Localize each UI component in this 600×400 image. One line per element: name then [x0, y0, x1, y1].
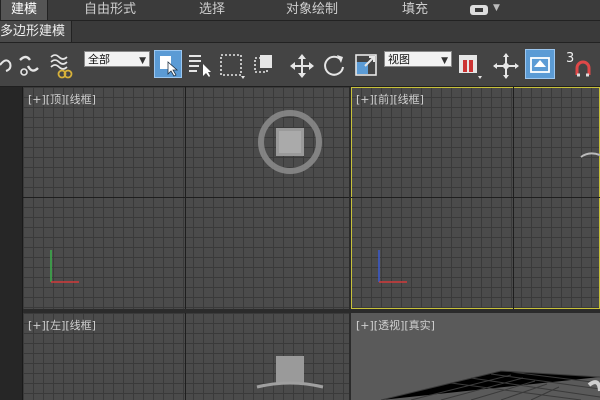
viewport-label[interactable]: [+][顶][线框]	[28, 91, 96, 107]
viewport-perspective[interactable]: [+][透视][真实]	[351, 313, 600, 400]
viewport-label[interactable]: [+][左][线框]	[28, 317, 96, 333]
bind-space-warp-icon[interactable]	[48, 51, 74, 79]
window-crossing-icon[interactable]	[252, 52, 278, 78]
tab-modeling[interactable]: 建模	[0, 0, 48, 20]
grid-axis-vertical	[513, 87, 514, 309]
rectangular-selection-icon[interactable]	[219, 52, 247, 80]
reference-coord-value: 视图	[388, 53, 410, 66]
unlink-icon[interactable]	[16, 52, 42, 78]
chevron-down-icon: ▼	[441, 56, 448, 66]
tab-populate[interactable]: 填充	[402, 0, 428, 20]
reference-coord-dropdown[interactable]: 视图 ▼	[384, 51, 452, 67]
tab-freeform[interactable]: 自由形式	[84, 0, 136, 20]
viewport-left[interactable]: [+][左][线框]	[23, 313, 349, 400]
keyboard-shortcut-override-button[interactable]	[525, 49, 555, 79]
pivot-center-icon[interactable]	[457, 52, 483, 80]
viewport-front[interactable]: [+][前][线框]	[351, 87, 600, 309]
world-axis-tripod-icon	[378, 250, 407, 283]
display-dropdown-icon[interactable]: ▼	[470, 3, 500, 17]
rotate-icon[interactable]	[321, 52, 347, 78]
grid-axis-vertical	[185, 313, 186, 400]
select-by-name-icon[interactable]	[187, 52, 213, 78]
grid-axis-vertical	[185, 87, 186, 309]
ribbon: 建模 自由形式 选择 对象绘制 填充 ▼	[0, 0, 600, 21]
selection-filter-dropdown[interactable]: 全部 ▼	[84, 51, 150, 67]
chevron-down-icon: ▼	[139, 56, 146, 66]
link-icon[interactable]	[0, 53, 12, 77]
viewport-label[interactable]: [+][前][线框]	[356, 91, 424, 107]
left-sidebar	[0, 87, 23, 400]
keyboard-shortcut-icon	[530, 57, 550, 73]
select-and-manipulate-icon[interactable]	[492, 52, 520, 80]
viewcube-icon[interactable]	[255, 107, 325, 177]
grid-axis-horizontal	[23, 197, 349, 198]
grid-axis-horizontal	[351, 197, 600, 198]
ribbon-subbar	[0, 21, 600, 43]
viewcube-icon[interactable]	[579, 149, 600, 165]
select-object-button[interactable]	[154, 50, 182, 78]
tab-selection[interactable]: 选择	[199, 0, 225, 20]
tab-polygon-modeling[interactable]: 多边形建模	[0, 21, 73, 42]
world-axis-tripod-icon	[50, 250, 79, 283]
perspective-grid	[380, 370, 600, 400]
snap-magnet-icon[interactable]	[574, 59, 594, 79]
select-object-icon	[160, 56, 179, 77]
selection-filter-value: 全部	[88, 53, 110, 66]
viewcube-icon[interactable]	[255, 353, 325, 400]
viewport-top[interactable]: [+][顶][线框]	[23, 87, 349, 309]
tab-object-paint[interactable]: 对象绘制	[286, 0, 338, 20]
scale-icon[interactable]	[353, 52, 379, 78]
move-icon[interactable]	[289, 53, 315, 79]
